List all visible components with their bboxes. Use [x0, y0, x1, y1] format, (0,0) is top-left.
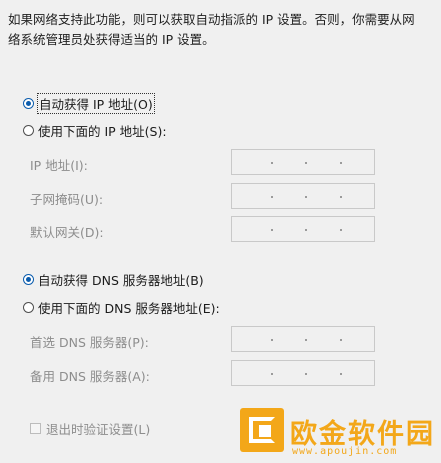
watermark-logo-icon	[240, 408, 284, 452]
validate-on-exit-checkbox[interactable]: 退出时验证设置(L)	[30, 419, 150, 438]
ip-address-label: IP 地址(I):	[30, 158, 88, 173]
description-text: 如果网络支持此功能，则可以获取自动指派的 IP 设置。否则，你需要从网 络系统管…	[8, 10, 428, 50]
radio-manual-ip-label[interactable]: 使用下面的 IP 地址(S):	[38, 121, 167, 140]
radio-manual-ip-indicator[interactable]	[23, 124, 34, 136]
octet-separator	[271, 339, 273, 341]
radio-auto-dns[interactable]: 自动获得 DNS 服务器地址(B)	[23, 270, 204, 288]
description-line-1: 如果网络支持此功能，则可以获取自动指派的 IP 设置。否则，你需要从网	[8, 12, 415, 27]
radio-manual-dns[interactable]: 使用下面的 DNS 服务器地址(E):	[23, 298, 220, 316]
octet-separator	[305, 196, 307, 198]
radio-auto-ip[interactable]: 自动获得 IP 地址(O)	[23, 92, 155, 114]
octet-separator	[271, 162, 273, 164]
default-gateway-label: 默认网关(D):	[30, 225, 104, 240]
octet-separator	[271, 229, 273, 231]
radio-auto-ip-indicator[interactable]	[23, 97, 34, 109]
validate-on-exit-label[interactable]: 退出时验证设置(L)	[46, 419, 150, 438]
preferred-dns-label: 首选 DNS 服务器(P):	[30, 335, 149, 350]
octet-separator	[305, 162, 307, 164]
alternate-dns-label: 备用 DNS 服务器(A):	[30, 369, 150, 384]
octet-separator	[271, 196, 273, 198]
subnet-mask-input[interactable]	[231, 183, 375, 209]
radio-manual-dns-label[interactable]: 使用下面的 DNS 服务器地址(E):	[38, 298, 220, 317]
radio-auto-dns-label[interactable]: 自动获得 DNS 服务器地址(B)	[38, 270, 204, 289]
default-gateway-input[interactable]	[231, 216, 375, 242]
alternate-dns-input[interactable]	[231, 360, 375, 386]
octet-separator	[305, 373, 307, 375]
octet-separator	[340, 373, 342, 375]
subnet-mask-label: 子网掩码(U):	[30, 192, 104, 207]
radio-manual-ip[interactable]: 使用下面的 IP 地址(S):	[23, 121, 167, 139]
radio-auto-dns-indicator[interactable]	[23, 273, 34, 285]
octet-separator	[340, 196, 342, 198]
description-line-2: 络系统管理员处获得适当的 IP 设置。	[8, 32, 215, 47]
ip-address-input[interactable]	[231, 149, 375, 175]
validate-on-exit-box[interactable]	[30, 422, 41, 434]
octet-separator	[271, 373, 273, 375]
radio-manual-dns-indicator[interactable]	[23, 301, 34, 313]
octet-separator	[340, 229, 342, 231]
preferred-dns-input[interactable]	[231, 326, 375, 352]
octet-separator	[305, 339, 307, 341]
octet-separator	[340, 339, 342, 341]
radio-auto-ip-label[interactable]: 自动获得 IP 地址(O)	[37, 92, 155, 114]
octet-separator	[340, 162, 342, 164]
watermark: 欧金软件园 www.apoujin.com	[240, 408, 440, 462]
watermark-url: www.apoujin.com	[292, 446, 398, 457]
octet-separator	[305, 229, 307, 231]
